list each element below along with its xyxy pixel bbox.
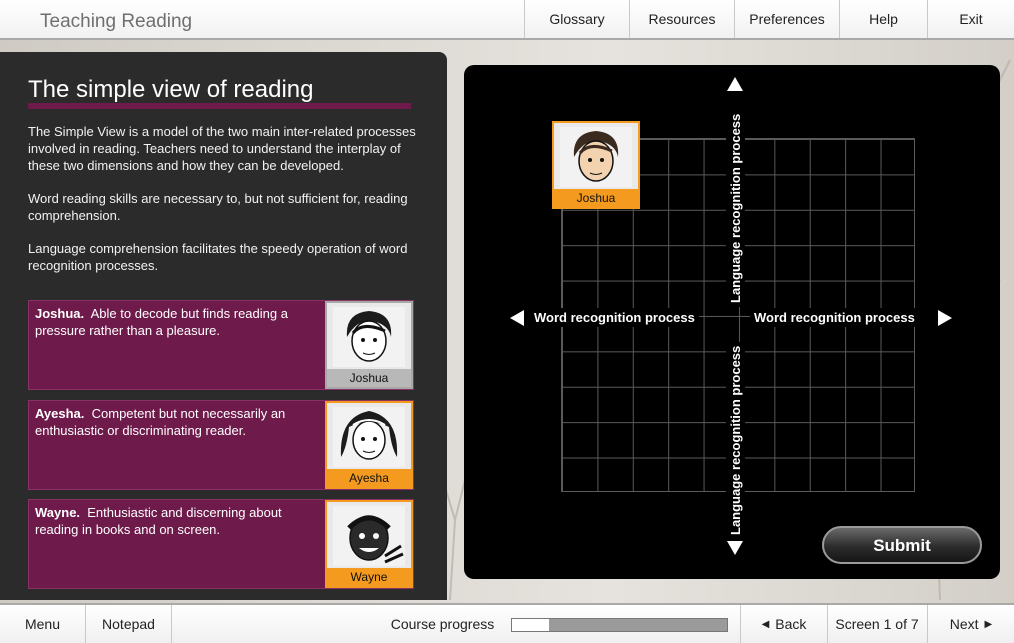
student-description: Joshua. Able to decode but finds reading…: [35, 305, 325, 339]
portrait-caption: Joshua: [327, 369, 411, 387]
intro-text: The Simple View is a model of the two ma…: [28, 123, 418, 290]
face-icon: [560, 127, 632, 187]
menu-button[interactable]: Menu: [0, 605, 86, 643]
intro-paragraph: Word reading skills are necessary to, bu…: [28, 191, 408, 223]
help-button[interactable]: Help: [839, 0, 927, 38]
student-description: Ayesha. Competent but not necessarily an…: [35, 405, 325, 439]
arrow-right-icon: [938, 310, 952, 326]
submit-button[interactable]: Submit: [822, 526, 982, 564]
portrait-joshua[interactable]: Joshua: [325, 301, 413, 389]
course-progress-fill: [512, 619, 549, 631]
portrait-wayne[interactable]: Wayne: [325, 500, 413, 588]
face-icon: [333, 407, 405, 467]
top-bar: Teaching Reading Glossary Resources Pref…: [0, 0, 1014, 40]
course-progress-bar: [511, 618, 728, 632]
quadrant-board[interactable]: Word recognition process Word recognitio…: [464, 65, 1000, 579]
back-button[interactable]: ◀ Back: [740, 605, 828, 643]
resources-button[interactable]: Resources: [629, 0, 734, 38]
glossary-button[interactable]: Glossary: [524, 0, 629, 38]
card-caption: Joshua: [554, 189, 638, 207]
exit-button[interactable]: Exit: [927, 0, 1014, 38]
top-nav: Glossary Resources Preferences Help Exit: [524, 0, 1014, 38]
portrait-caption: Wayne: [327, 568, 411, 586]
next-label: Next: [949, 616, 979, 632]
app-title: Teaching Reading: [40, 11, 193, 32]
screen-counter: Screen 1 of 7: [827, 605, 928, 643]
student-card-joshua: Joshua. Able to decode but finds reading…: [28, 300, 414, 390]
axis-label-right: Word recognition process: [750, 308, 919, 327]
axis-label-bottom: Language recognition process: [726, 341, 745, 539]
page-title: The simple view of reading: [28, 76, 314, 103]
axis-label-top: Language recognition process: [726, 109, 745, 307]
bottom-bar: Menu Notepad Course progress ◀ Back Scre…: [0, 603, 1014, 643]
title-underline: [28, 103, 411, 109]
arrow-down-icon: [727, 541, 743, 555]
portrait-ayesha[interactable]: Ayesha: [325, 401, 413, 489]
intro-paragraph: Language comprehension facilitates the s…: [28, 241, 408, 273]
back-label: Back: [775, 616, 807, 632]
face-icon: [333, 506, 405, 566]
notepad-button[interactable]: Notepad: [86, 605, 172, 643]
arrow-up-icon: [727, 77, 743, 91]
arrow-left-icon: [510, 310, 524, 326]
face-icon: [333, 307, 405, 367]
student-description: Wayne. Enthusiastic and discerning about…: [35, 504, 325, 538]
student-card-wayne: Wayne. Enthusiastic and discerning about…: [28, 499, 414, 589]
next-button[interactable]: Next ▶: [928, 605, 1014, 643]
intro-paragraph: The Simple View is a model of the two ma…: [28, 124, 416, 173]
portrait-caption: Ayesha: [327, 469, 411, 487]
left-panel: The simple view of reading The Simple Vi…: [0, 52, 447, 600]
chevron-left-icon: ◀: [761, 618, 770, 630]
preferences-button[interactable]: Preferences: [734, 0, 839, 38]
student-name: Ayesha.: [35, 406, 85, 421]
student-name: Wayne.: [35, 505, 81, 520]
course-progress-label: Course progress: [390, 616, 495, 632]
student-name: Joshua.: [35, 306, 85, 321]
student-card-ayesha: Ayesha. Competent but not necessarily an…: [28, 400, 414, 490]
chevron-right-icon: ▶: [984, 618, 993, 630]
axis-label-left: Word recognition process: [530, 308, 699, 327]
draggable-card-joshua[interactable]: Joshua: [552, 121, 640, 209]
